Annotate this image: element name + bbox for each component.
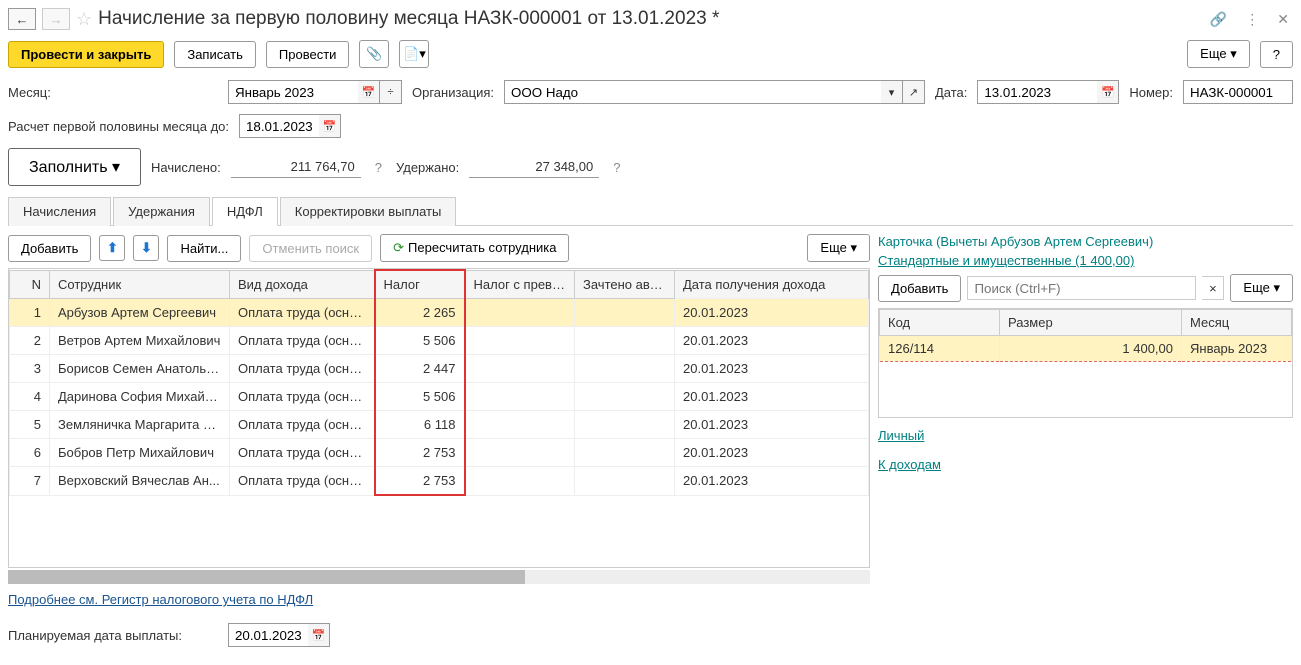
table-row[interactable]: 1Арбузов Артем СергеевичОплата труда (ос… — [10, 299, 869, 327]
post-and-close-button[interactable]: Провести и закрыть — [8, 41, 164, 68]
accrued-value: 211 764,70 — [231, 156, 361, 178]
tab-accruals[interactable]: Начисления — [8, 197, 111, 226]
grid-more-button[interactable]: Еще ▾ — [807, 234, 870, 262]
nav-forward-button[interactable]: → — [42, 8, 70, 30]
tab-corrections[interactable]: Корректировки выплаты — [280, 197, 457, 226]
personal-link[interactable]: Личный — [878, 428, 1293, 443]
accrued-label: Начислено: — [151, 160, 221, 175]
month-input[interactable] — [228, 80, 358, 104]
col-income-date[interactable]: Дата получения дохода — [675, 270, 869, 299]
table-row[interactable]: 126/114 1 400,00 Январь 2023 — [880, 336, 1292, 362]
open-icon[interactable]: ↗ — [903, 80, 925, 104]
grid-add-button[interactable]: Добавить — [8, 235, 91, 262]
link-icon[interactable]: 🔗 — [1206, 11, 1231, 28]
more-button[interactable]: Еще ▾ — [1187, 40, 1250, 68]
deductions-table[interactable]: Код Размер Месяц 126/114 1 400,00 Январь… — [878, 308, 1293, 418]
move-up-button[interactable]: ⬆ — [99, 235, 125, 261]
col-tax-excess[interactable]: Налог с превы... — [465, 270, 575, 299]
recalc-button[interactable]: ⟳Пересчитать сотрудника — [380, 234, 569, 262]
calendar-icon[interactable]: 📅 — [1097, 80, 1119, 104]
right-more-button[interactable]: Еще ▾ — [1230, 274, 1293, 302]
calendar-icon[interactable]: 📅 — [319, 114, 341, 138]
calc-until-label: Расчет первой половины месяца до: — [8, 119, 229, 134]
date-input[interactable] — [977, 80, 1097, 104]
post-button[interactable]: Провести — [266, 41, 350, 68]
nav-back-button[interactable]: ← — [8, 8, 36, 30]
number-label: Номер: — [1129, 85, 1173, 100]
refresh-icon: ⟳ — [393, 240, 404, 255]
planned-date-input[interactable] — [228, 623, 308, 647]
card-link[interactable]: Карточка (Вычеты Арбузов Артем Сергеевич… — [878, 234, 1293, 249]
col-income-type[interactable]: Вид дохода — [230, 270, 375, 299]
help-button[interactable]: ? — [1260, 41, 1293, 68]
table-row[interactable]: 5Земляничка Маргарита С...Оплата труда (… — [10, 411, 869, 439]
find-button[interactable]: Найти... — [167, 235, 241, 262]
col-employee[interactable]: Сотрудник — [50, 270, 230, 299]
org-label: Организация: — [412, 85, 494, 100]
date-label: Дата: — [935, 85, 967, 100]
kebab-menu-icon[interactable]: ⋮ — [1241, 11, 1263, 28]
month-label: Месяц: — [8, 85, 218, 100]
col-month[interactable]: Месяц — [1182, 310, 1292, 336]
ndfl-table[interactable]: N Сотрудник Вид дохода Налог Налог с пре… — [8, 268, 870, 568]
withheld-label: Удержано: — [396, 160, 459, 175]
close-icon[interactable]: ✕ — [1273, 11, 1293, 28]
calendar-icon[interactable]: 📅 — [358, 80, 380, 104]
help-withheld-icon[interactable]: ? — [609, 160, 624, 175]
tab-ndfl[interactable]: НДФЛ — [212, 197, 278, 226]
calendar-icon[interactable]: 📅 — [308, 623, 330, 647]
number-input[interactable] — [1183, 80, 1293, 104]
planned-date-label: Планируемая дата выплаты: — [8, 628, 218, 643]
search-input[interactable] — [967, 276, 1196, 300]
col-code[interactable]: Код — [880, 310, 1000, 336]
table-row[interactable]: 4Даринова София Михайл...Оплата труда (о… — [10, 383, 869, 411]
spinner-icon[interactable]: ÷ — [380, 80, 402, 104]
table-row[interactable]: 6Бобров Петр МихайловичОплата труда (осн… — [10, 439, 869, 467]
clear-search-button[interactable]: × — [1202, 276, 1224, 300]
table-row[interactable]: 2Ветров Артем МихайловичОплата труда (ос… — [10, 327, 869, 355]
to-income-link[interactable]: К доходам — [878, 457, 941, 472]
dropdown-icon[interactable]: ▾ — [881, 80, 903, 104]
move-down-button[interactable]: ⬇ — [133, 235, 159, 261]
favorite-star-icon[interactable]: ☆ — [76, 9, 92, 30]
tab-withholdings[interactable]: Удержания — [113, 197, 210, 226]
right-add-button[interactable]: Добавить — [878, 275, 961, 302]
cancel-search-button[interactable]: Отменить поиск — [249, 235, 372, 262]
page-title: Начисление за первую половину месяца НАЗ… — [98, 8, 719, 30]
withheld-value: 27 348,00 — [469, 156, 599, 178]
table-row[interactable]: 3Борисов Семен Анатолье...Оплата труда (… — [10, 355, 869, 383]
org-input[interactable] — [504, 80, 881, 104]
fill-button[interactable]: Заполнить ▾ — [8, 148, 141, 186]
attach-button[interactable]: 📎 — [359, 40, 389, 68]
write-button[interactable]: Записать — [174, 41, 256, 68]
col-credited[interactable]: Зачтено ава... — [575, 270, 675, 299]
register-link[interactable]: Подробнее см. Регистр налогового учета п… — [8, 592, 313, 607]
help-accrued-icon[interactable]: ? — [371, 160, 386, 175]
calc-until-input[interactable] — [239, 114, 319, 138]
col-n[interactable]: N — [10, 270, 50, 299]
standard-deductions-link[interactable]: Стандартные и имущественные (1 400,00) — [878, 253, 1293, 268]
horizontal-scrollbar[interactable] — [8, 570, 870, 584]
print-button[interactable]: 📄▾ — [399, 40, 429, 68]
col-size[interactable]: Размер — [1000, 310, 1182, 336]
col-tax[interactable]: Налог — [375, 270, 465, 299]
table-row[interactable]: 7Верховский Вячеслав Ан...Оплата труда (… — [10, 467, 869, 496]
